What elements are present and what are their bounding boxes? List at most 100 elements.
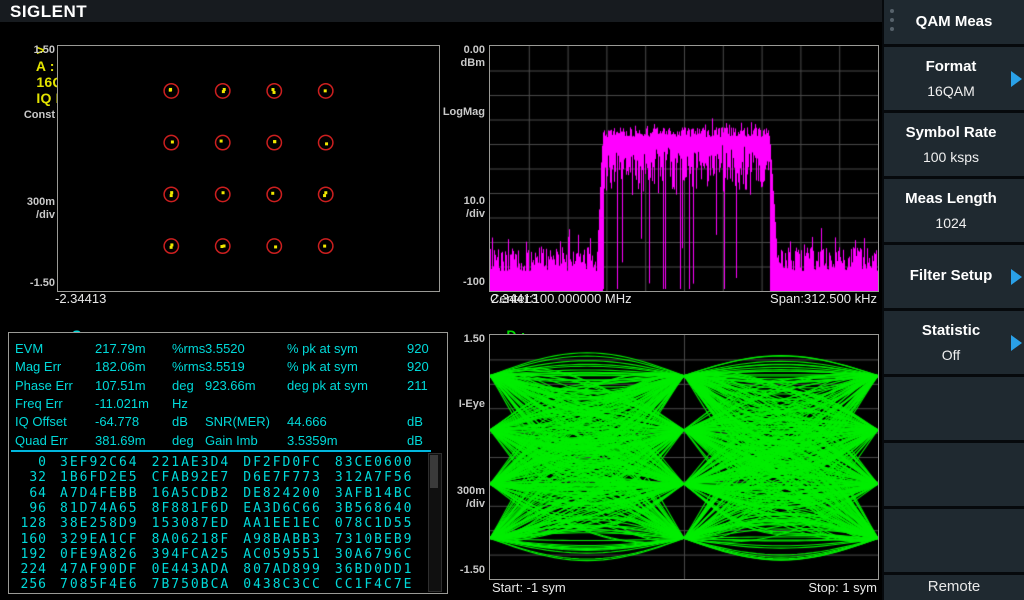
d-axis-perdiv-label: 300m xyxy=(456,485,485,497)
symerr-cell: dB xyxy=(172,414,188,430)
a-axis-perdiv-unit: /div xyxy=(36,209,55,221)
hex-row: 0 3EF92C64 221AE3D4 DF2FD0FC 83CE0600 xyxy=(13,455,414,470)
softkey-meas-length[interactable]: Meas Length 1024 xyxy=(884,179,1024,242)
menu-title-panel: QAM Meas xyxy=(884,0,1024,44)
hex-group: 312A7F56 xyxy=(334,470,414,486)
hex-group: 8F881F6D xyxy=(151,500,231,516)
symerr-cell: Freq Err xyxy=(15,395,63,411)
hex-group: 16A5CDB2 xyxy=(151,485,231,501)
symerr-cell: -64.778 xyxy=(95,414,140,430)
symerr-cell: Hz xyxy=(172,395,188,411)
symerr-cell: Gain Imb xyxy=(205,432,258,448)
d-start-label: Start: -1 sym xyxy=(492,580,566,595)
hex-group: A98BABB3 xyxy=(243,531,322,547)
softkey-symbol-rate[interactable]: Symbol Rate 100 ksps xyxy=(884,113,1024,176)
remote-label: Remote xyxy=(927,578,981,595)
hex-scrollbar-thumb[interactable] xyxy=(430,455,438,488)
hex-offset: 192 xyxy=(20,546,47,562)
softkey-label: Filter Setup xyxy=(909,267,993,284)
top-bar: SIGLENT xyxy=(0,0,882,22)
a-xmin-label: -2.34413 xyxy=(55,291,107,306)
menu-title: QAM Meas xyxy=(915,13,993,30)
eye-diagram-plot[interactable] xyxy=(489,334,879,580)
hex-group: 8A06218F xyxy=(151,531,231,547)
symerr-cell: deg xyxy=(172,432,194,448)
hex-group: 078C1D55 xyxy=(334,516,414,532)
symerr-cell: 107.51m xyxy=(95,377,146,393)
hex-group: 47AF90DF xyxy=(60,562,139,578)
spectrum-canvas xyxy=(490,46,878,291)
softkey-format[interactable]: Format 16QAM xyxy=(884,47,1024,110)
softkey-value: 100 ksps xyxy=(922,149,980,165)
d-axis-top-label: 1.50 xyxy=(463,333,485,345)
hex-row: 96 81D74A65 8F881F6D EA3D6C66 3B568640 xyxy=(13,501,414,516)
symerr-cell: deg xyxy=(172,377,194,393)
softkey-label: Statistic xyxy=(921,322,981,339)
constellation-canvas xyxy=(163,82,334,255)
symerr-cell: IQ Offset xyxy=(15,414,67,430)
b-axis-scale-label: LogMag xyxy=(442,106,485,118)
a-axis-trace-label: Const xyxy=(23,109,55,121)
softkey-value: 1024 xyxy=(935,215,967,231)
symerr-cell: 211 xyxy=(407,377,428,393)
hex-group: 7085F4E6 xyxy=(60,577,139,593)
hex-group: 36BD0DD1 xyxy=(334,562,414,578)
softkey-statistic[interactable]: Statistic Off xyxy=(884,311,1024,374)
b-axis-top-label: 0.00 xyxy=(463,44,485,56)
softkey-blank-6[interactable] xyxy=(884,443,1024,506)
constellation-plot[interactable] xyxy=(57,45,440,292)
softkey-value: Off xyxy=(941,347,961,363)
softkey-value: 16QAM xyxy=(927,83,975,99)
hex-row: 192 0FE9A826 394FCA25 AC059551 30A6796C xyxy=(13,547,414,562)
softkey-blank-7[interactable] xyxy=(884,509,1024,572)
symerr-cell: Mag Err xyxy=(15,359,62,375)
symerr-cell: 923.66m xyxy=(205,377,256,393)
d-axis-trace-label: I-Eye xyxy=(458,398,485,410)
softkey-filter-setup[interactable]: Filter Setup xyxy=(884,245,1024,308)
hex-group: 7310BEB9 xyxy=(334,531,414,547)
hex-group: 0438C3CC xyxy=(243,577,322,593)
softkey-label: Symbol Rate xyxy=(905,124,997,141)
hex-group: 38E258D9 xyxy=(60,516,139,532)
hex-group: 807AD899 xyxy=(243,562,322,578)
symerr-cell: 217.79m xyxy=(95,341,146,356)
submenu-arrow-icon xyxy=(1011,70,1022,87)
symerr-cell: SNR(MER) xyxy=(205,414,270,430)
symerr-cell: deg pk at sym xyxy=(287,377,368,393)
symerr-cell: %rms xyxy=(172,359,206,375)
hex-group: 329EA1CF xyxy=(60,531,139,547)
symerr-cell: dB xyxy=(407,432,423,448)
hex-row: 224 47AF90DF 0E443ADA 807AD899 36BD0DD1 xyxy=(13,562,414,577)
hex-offset: 32 xyxy=(29,470,47,486)
softkey-label: Meas Length xyxy=(905,190,997,207)
hex-group: A7D4FEBB xyxy=(60,485,139,501)
softkey-label: Format xyxy=(925,58,977,75)
hex-group: 221AE3D4 xyxy=(151,455,231,470)
eye-diagram-canvas xyxy=(490,335,878,579)
hex-group: CFAB92E7 xyxy=(151,470,231,486)
hex-offset: 0 xyxy=(38,455,47,470)
d-stop-label: Stop: 1 sym xyxy=(808,580,877,595)
spectrum-plot[interactable] xyxy=(489,45,879,292)
hex-offset: 160 xyxy=(20,531,47,547)
hex-row: 128 38E258D9 153087ED AA1EE1EC 078C1D55 xyxy=(13,516,414,531)
hex-group: AA1EE1EC xyxy=(243,516,322,532)
hex-group: DF2FD0FC xyxy=(243,455,322,470)
softkey-blank-5[interactable] xyxy=(884,377,1024,440)
hex-offset: 256 xyxy=(20,577,47,593)
hex-offset: 96 xyxy=(29,500,47,516)
hex-group: AC059551 xyxy=(243,546,322,562)
window-a-id: A : xyxy=(35,58,55,74)
hex-offset: 128 xyxy=(20,516,47,532)
symerr-cell: 182.06m xyxy=(95,359,146,375)
remote-button[interactable]: Remote xyxy=(884,575,1024,600)
hex-group: 0E443ADA xyxy=(151,562,231,578)
hex-group: EA3D6C66 xyxy=(243,500,322,516)
a-axis-bottom-label: -1.50 xyxy=(29,277,55,289)
b-axis-bottom-label: -100 xyxy=(462,276,485,288)
hex-group: 3B568640 xyxy=(334,500,414,516)
symerr-window[interactable]: EVM 217.79m %rms 3.5520% pk at sym 920 Mag Er… xyxy=(8,332,448,594)
submenu-arrow-icon xyxy=(1011,268,1022,285)
brand-logo: SIGLENT xyxy=(10,2,88,21)
b-axis-perdiv-label: 10.0 xyxy=(463,195,485,207)
